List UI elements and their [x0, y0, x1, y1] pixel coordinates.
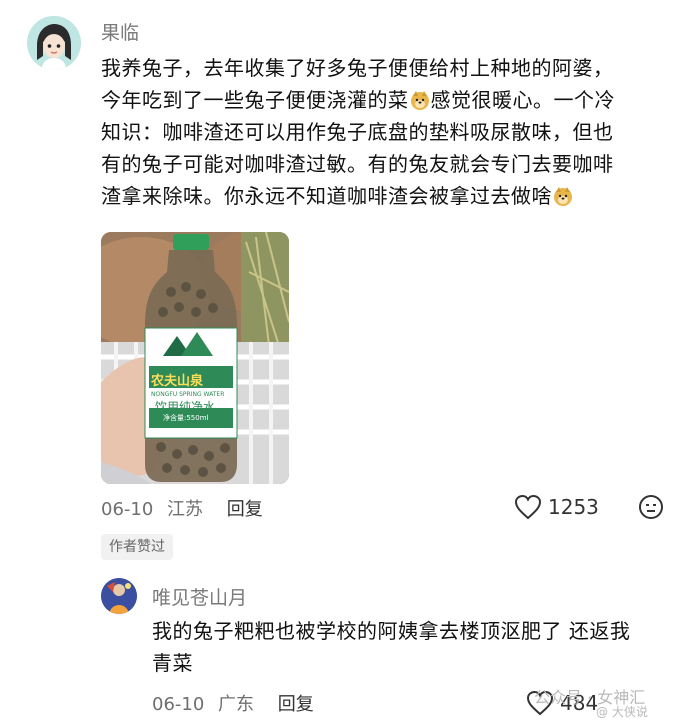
comment-location: 江苏 [167, 499, 204, 520]
comment-body: 我养兔子，去年收集了好多兔子便便给村上种地的阿婆， 今年吃到了一些兔子便便浇灌的… [101, 52, 671, 212]
avatar[interactable] [27, 16, 81, 70]
comment-line-part: 今年吃到了一些兔子便便浇灌的菜 [101, 88, 409, 112]
comment-meta: 06-10 广东 回复 [152, 690, 314, 716]
doge-emoji-icon [409, 88, 431, 110]
watermark-text-secondary: @ 大侠说 [596, 705, 648, 719]
comment-meta: 06-10 江苏 回复 [101, 495, 263, 521]
reply-button[interactable]: 回复 [278, 694, 314, 715]
heart-icon [514, 494, 542, 520]
comment-line: 我的兔子粑粑也被学校的阿姨拿去楼顶沤肥了 还返我 [152, 619, 631, 643]
bottle-subtext: NONGFU SPRING WATER [151, 391, 225, 398]
comment-line: 知识：咖啡渣还可以用作兔子底盘的垫料吸尿散味，但也 [101, 120, 614, 144]
avatar[interactable] [101, 578, 137, 614]
like-button[interactable] [514, 494, 542, 524]
comment-date: 06-10 [152, 694, 205, 715]
comment-line: 青菜 [152, 651, 193, 675]
doge-emoji-icon [552, 184, 574, 206]
comment-location: 广东 [218, 694, 255, 715]
author-liked-badge: 作者赞过 [101, 534, 173, 560]
comment-line: 有的兔子可能对咖啡渣过敏。有的兔友就会专门去要咖啡 [101, 152, 614, 176]
comment-username[interactable]: 唯见苍山月 [152, 583, 247, 610]
comment-body: 我的兔子粑粑也被学校的阿姨拿去楼顶沤肥了 还返我 青菜 [152, 615, 672, 679]
bottle-volume-text: 净含量:550ml [163, 414, 209, 422]
comment-line: 今年吃到了一些兔子便便浇灌的菜 感觉很暖心。一个冷 [101, 84, 671, 116]
comment-line-part: 感觉很暖心。一个冷 [430, 88, 615, 112]
bottle-brand-text: 农夫山泉 [151, 374, 204, 389]
dislike-button[interactable] [638, 494, 664, 524]
comment-photo[interactable]: 农夫山泉 NONGFU SPRING WATER 饮用纯净水 净含量:550ml [101, 232, 289, 484]
comment-date: 06-10 [101, 499, 154, 520]
reply-button[interactable]: 回复 [227, 499, 263, 520]
comment-line: 渣拿来除味。你永远不知道咖啡渣会被拿过去做啥 [101, 180, 671, 212]
sad-face-icon [639, 495, 663, 519]
comment-username[interactable]: 果临 [101, 18, 139, 45]
like-count: 1253 [548, 495, 599, 519]
comment-line: 我养兔子，去年收集了好多兔子便便给村上种地的阿婆， [101, 56, 614, 80]
comment-line-part: 渣拿来除味。你永远不知道咖啡渣会被拿过去做啥 [101, 184, 552, 208]
